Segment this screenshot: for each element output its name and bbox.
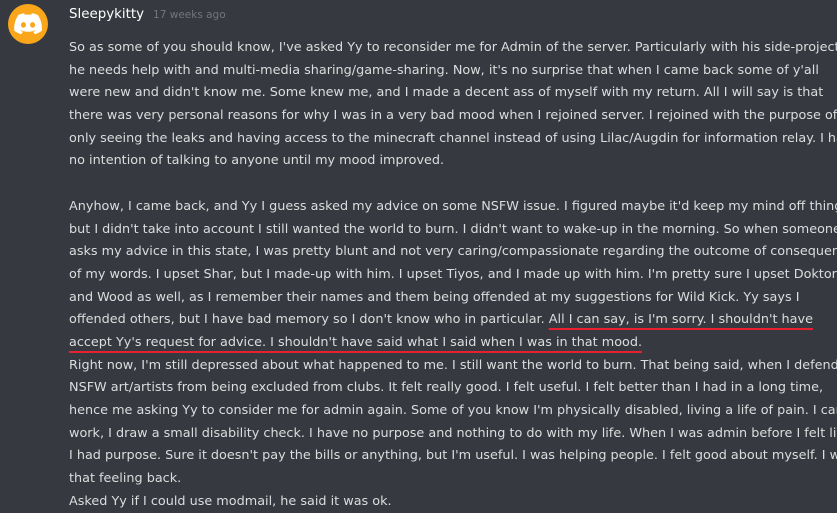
text-line: and Wood as well, as I remember their na… xyxy=(69,289,800,305)
text-line: Right now, I'm still depressed about wha… xyxy=(69,357,837,373)
timestamp: 17 weeks ago xyxy=(153,9,226,21)
message-paragraph: So as some of you should know, I've aske… xyxy=(69,37,837,173)
text-line: were new and didn't know me. Some knew m… xyxy=(69,85,824,101)
message-paragraph: Right now, I'm still depressed about wha… xyxy=(69,355,837,491)
text-line: Anyhow, I came back, and Yy I guess aske… xyxy=(69,198,837,214)
text-line: offended others, but I have bad memory s… xyxy=(69,309,831,332)
text-line: he needs help with and multi-media shari… xyxy=(69,62,819,78)
discord-logo-icon xyxy=(14,13,42,35)
message-content: So as some of you should know, I've aske… xyxy=(69,37,837,513)
text-line: I had purpose. Sure it doesn't pay the b… xyxy=(69,448,837,464)
text-line: of my words. I upset Shar, but I made-up… xyxy=(69,266,837,282)
underlined-apology: All I can say, is I'm sorry. I shouldn't… xyxy=(548,312,813,328)
text-line: So as some of you should know, I've aske… xyxy=(69,40,837,55)
text-line: asks my advice in this state, I was pret… xyxy=(69,244,837,260)
text-segment: offended others, but I have bad memory s… xyxy=(69,312,549,328)
text-line: no intention of talking to anyone until … xyxy=(69,153,445,169)
text-line: work, I draw a small disability check. I… xyxy=(69,425,837,441)
text-line: accept Yy's request for advice. I should… xyxy=(69,332,831,355)
text-line: only seeing the leaks and having access … xyxy=(69,130,837,146)
text-line: there was very personal reasons for why … xyxy=(69,108,837,124)
text-line: but I didn't take into account I still w… xyxy=(69,221,837,237)
message-header: Sleepykitty 17 weeks ago xyxy=(69,7,226,27)
message-paragraph: Anyhow, I came back, and Yy I guess aske… xyxy=(69,196,837,355)
text-line: NSFW art/artists from being excluded fro… xyxy=(69,380,824,396)
underlined-apology: accept Yy's request for advice. I should… xyxy=(69,334,643,350)
text-line: hence me asking Yy to consider me for ad… xyxy=(69,403,837,418)
user-avatar[interactable] xyxy=(8,4,48,44)
chat-message: Sleepykitty 17 weeks ago So as some of y… xyxy=(0,0,837,510)
text-line: that feeling back. xyxy=(69,471,182,487)
username[interactable]: Sleepykitty xyxy=(69,7,144,22)
